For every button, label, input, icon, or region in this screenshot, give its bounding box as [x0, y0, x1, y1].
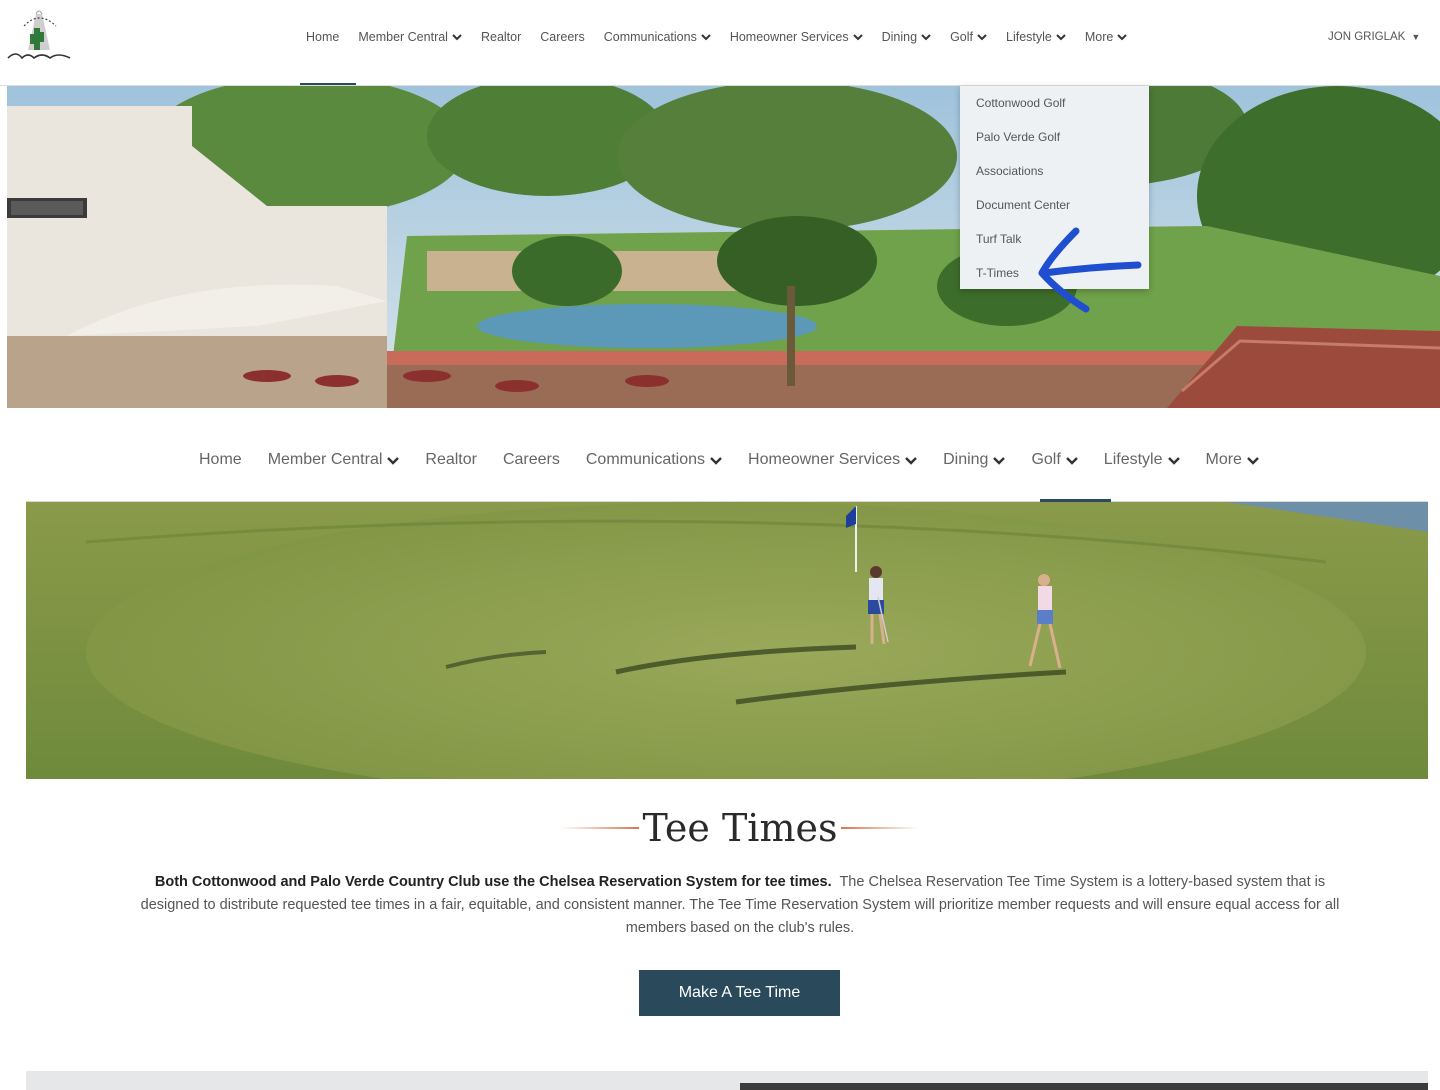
nav-careers-label: Careers [502, 451, 560, 468]
topnav-homeowner-services-label: Homeowner Services [729, 30, 849, 44]
topnav-member-central-label: Member Central [358, 30, 448, 44]
user-menu[interactable]: JON GRIGLAK ▼ [1328, 31, 1420, 43]
menu-item-cottonwood-golf[interactable]: Cottonwood Golf [960, 94, 1149, 128]
nav-lifestyle[interactable]: Lifestyle [1104, 451, 1180, 469]
chevron-down-icon [1167, 456, 1180, 465]
nav-member-central[interactable]: Member Central [268, 451, 400, 469]
nav-realtor-label: Realtor [425, 451, 477, 468]
menu-item-document-center[interactable]: Document Center [960, 196, 1149, 230]
topnav-more[interactable]: More [1084, 30, 1128, 44]
topnav-home-label: Home [306, 30, 340, 44]
main-navigation: Home Member Central Realtor Careers Comm… [199, 451, 1285, 469]
menu-item-turf-talk[interactable]: Turf Talk [960, 230, 1149, 264]
topnav-communications-label: Communications [603, 30, 697, 44]
user-name: JON GRIGLAK [1328, 31, 1406, 43]
topnav-golf-label: Golf [950, 30, 973, 44]
make-tee-time-button[interactable]: Make A Tee Time [639, 970, 840, 1016]
nav-communications[interactable]: Communications [586, 451, 722, 469]
topnav-careers-label: Careers [540, 30, 585, 44]
chevron-down-icon [852, 34, 863, 41]
chevron-down-icon [921, 34, 931, 41]
nav-dining[interactable]: Dining [943, 451, 1006, 469]
topnav-golf[interactable]: Golf [950, 30, 987, 44]
caret-down-icon: ▼ [1411, 32, 1421, 42]
topnav-careers[interactable]: Careers [540, 30, 584, 44]
site-logo[interactable] [6, 6, 72, 66]
topnav-more-label: More [1084, 30, 1114, 44]
nav-more[interactable]: More [1206, 451, 1259, 469]
nav-home[interactable]: Home [199, 451, 242, 469]
chevron-down-icon [1247, 456, 1259, 465]
nav-careers[interactable]: Careers [503, 451, 560, 469]
nav-homeowner-services-label: Homeowner Services [748, 451, 901, 468]
page-title-block: Tee Times [560, 803, 920, 853]
footer-image-strip [740, 1083, 1428, 1090]
top-navigation: Home Member Central Realtor Careers Comm… [306, 30, 1146, 44]
topnav-lifestyle-label: Lifestyle [1006, 30, 1052, 44]
chevron-down-icon [1117, 34, 1128, 41]
page-title: Tee Times [642, 806, 838, 850]
nav-golf-label: Golf [1031, 451, 1061, 468]
topnav-home[interactable]: Home [306, 30, 339, 44]
chevron-down-icon [710, 456, 722, 465]
nav-golf[interactable]: Golf [1031, 451, 1078, 469]
intro-bold-text: Both Cottonwood and Palo Verde Country C… [154, 874, 832, 890]
menu-item-palo-verde-golf[interactable]: Palo Verde Golf [960, 128, 1149, 162]
nav-lifestyle-label: Lifestyle [1103, 451, 1163, 468]
menu-item-associations[interactable]: Associations [960, 162, 1149, 196]
intro-paragraph: Both Cottonwood and Palo Verde Country C… [140, 871, 1340, 940]
chevron-down-icon [905, 456, 917, 465]
topnav-communications[interactable]: Communications [604, 30, 711, 44]
nav-realtor[interactable]: Realtor [425, 451, 477, 469]
menu-item-t-times[interactable]: T-Times [960, 264, 1149, 298]
hero-image-putting-green [26, 502, 1428, 779]
nav-home-label: Home [199, 451, 242, 468]
chevron-down-icon [387, 456, 400, 465]
nav-communications-label: Communications [585, 451, 706, 468]
topnav-dining[interactable]: Dining [882, 30, 931, 44]
chevron-down-icon [1056, 34, 1066, 41]
topnav-dining-label: Dining [881, 30, 918, 44]
topnav-member-central[interactable]: Member Central [358, 30, 462, 44]
chevron-down-icon [1065, 456, 1078, 465]
title-rule-left [560, 827, 639, 829]
site-header: Home Member Central Realtor Careers Comm… [0, 0, 1440, 86]
nav-member-central-label: Member Central [267, 451, 383, 468]
chevron-down-icon [701, 34, 711, 41]
topnav-realtor-label: Realtor [480, 30, 522, 44]
topnav-realtor[interactable]: Realtor [481, 30, 521, 44]
title-rule-right [841, 827, 920, 829]
chevron-down-icon [452, 34, 462, 41]
chevron-down-icon [993, 456, 1006, 465]
chevron-down-icon [977, 34, 987, 41]
nav-homeowner-services[interactable]: Homeowner Services [748, 451, 917, 469]
topnav-lifestyle[interactable]: Lifestyle [1006, 30, 1066, 44]
golf-dropdown-menu: Cottonwood Golf Palo Verde Golf Associat… [960, 86, 1149, 289]
topnav-homeowner-services[interactable]: Homeowner Services [730, 30, 863, 44]
nav-dining-label: Dining [943, 451, 989, 468]
hero-image-clubhouse [7, 86, 1440, 408]
nav-more-label: More [1205, 451, 1242, 468]
